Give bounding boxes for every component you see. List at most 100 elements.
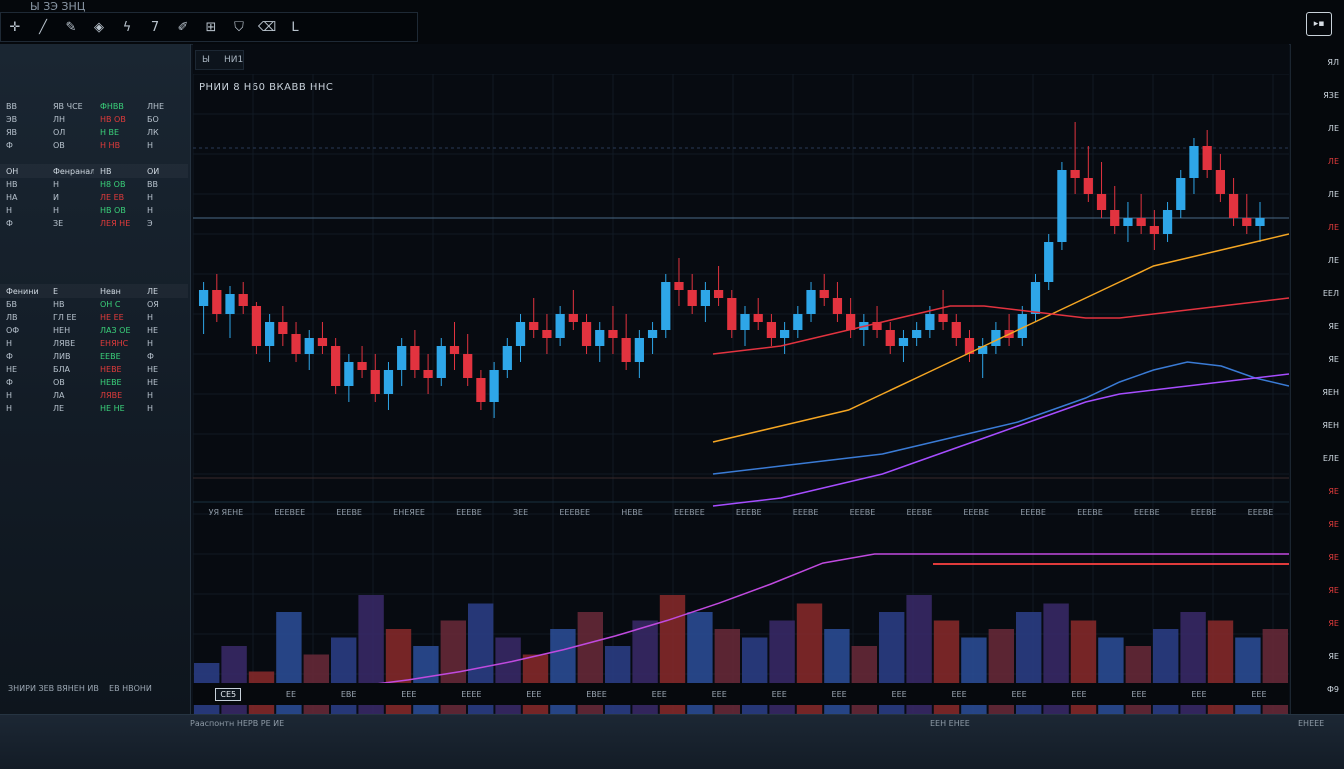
price-axis-label: ЯЕН [1322, 388, 1339, 397]
watchlist-row[interactable]: ЯВ ОЛ Н ВЕ ЛК [0, 126, 188, 139]
candle-body [317, 338, 328, 346]
status-mid: ЕЕН ЕНЕЕ [930, 719, 970, 728]
watchlist-row[interactable]: Н Н НВ ОВ Н [0, 204, 188, 217]
brush-icon[interactable]: ✐ [175, 19, 191, 35]
chart-area[interactable]: Ы НИ1 РНИИ 8 Н60 ВКАВВ ННС [193, 44, 1289, 714]
watchlist-cell: Н [53, 206, 60, 215]
chart-tab-2[interactable]: НИ1 [224, 55, 243, 65]
candle-body [238, 294, 248, 306]
text-icon[interactable]: 7 [147, 19, 163, 35]
candle-body [476, 378, 486, 402]
watchlist-cell: ОВ [53, 141, 65, 150]
candle-body [529, 322, 539, 330]
fib-icon[interactable]: ϟ [119, 19, 135, 35]
watchlist-row[interactable]: Ф ОВ Н НВ Н [0, 139, 188, 152]
watchlist-cell: ЛК [147, 128, 159, 137]
watchlist-cell: ОЛ [53, 128, 66, 137]
time-tick: ЕЕЕЕ [461, 689, 482, 699]
watchlist-row[interactable]: ОФ НЕН ЛАЗ ОЕ НЕ [0, 324, 188, 337]
candle-body [925, 314, 935, 330]
candle-body [1176, 178, 1186, 210]
time-tick: ЕЕЕВЕЕ [559, 507, 591, 517]
layout-icon[interactable]: ᒪ [287, 19, 303, 35]
shape-icon[interactable]: ◈ [91, 19, 107, 35]
watchlist-row[interactable]: Н ЛА ЛЯВЕ Н [0, 389, 188, 402]
watchlist-cell: Н [147, 141, 154, 150]
watchlist-cell: ОН С [100, 300, 121, 309]
price-axis-label: ЛЕ [1327, 124, 1339, 133]
watchlist-row[interactable]: ВВ ЯВ ЧСЕ ФНВВ ЛНЕ [0, 100, 188, 113]
watchlist-cell: БЛА [53, 365, 70, 374]
watchlist-cell: Н [6, 206, 13, 215]
window-button[interactable]: ▸▪ [1306, 12, 1332, 36]
time-tick: ЕЕЕ [831, 689, 847, 699]
watchlist-cell: ЛЯВЕ [53, 339, 76, 348]
time-axis[interactable]: СЕ5 ЕЕ ЕВЕ ЕЕЕ ЕЕЕЕ ЕЕЕ ЕВЕЕ ЕЕЕ ЕЕЕ ЕЕЕ ЕЕЕ ЕЕЕ ЕЕЕ… [193, 683, 1289, 705]
watchlist-row[interactable]: НЕ БЛА НЕВЕ НЕ [0, 363, 188, 376]
watchlist-cell: ЕЕВЕ [100, 352, 121, 361]
watchlist-cell: ЯВ [6, 128, 18, 137]
watchlist-header-cell: Е [53, 286, 59, 296]
eraser-icon[interactable]: ⌫ [258, 19, 276, 35]
watchlist-cell: Н [6, 391, 13, 400]
watchlist-row[interactable]: БВ НВ ОН С ОЯ [0, 298, 188, 311]
watchlist-cell: Ф [6, 219, 13, 228]
time-tick[interactable]: СЕ5 [215, 687, 242, 701]
watchlist-cell: ЛИВ [53, 352, 71, 361]
chart-tab-1[interactable]: Ы [202, 55, 210, 65]
watchlist-cell: ЯВ ЧСЕ [53, 102, 83, 111]
watchlist-cell: ЗЕ [53, 219, 64, 228]
footer-left: ЗНИРИ ЗЕВ ВЯНЕН ИВ [8, 684, 99, 693]
candle-body [212, 290, 222, 314]
candle-body [753, 314, 763, 322]
line-icon[interactable]: ╱ [35, 19, 51, 35]
watchlist-row[interactable]: Ф ОВ НЕВЕ НЕ [0, 376, 188, 389]
watchlist-row[interactable]: Н ЛЕ НЕ НЕ Н [0, 402, 188, 415]
pen-icon[interactable]: ✎ [63, 19, 79, 35]
price-chart[interactable] [193, 74, 1289, 714]
candle-body [198, 290, 209, 306]
top-bar: Ы ЗЭ ЗНЦ ✛ ╱ ✎ ◈ ϟ 7 ✐ ⊞ ⛉ ⌫ ᒪ ▸▪ [0, 0, 1344, 45]
ruler-icon[interactable]: ⊞ [203, 19, 219, 35]
price-axis-label: ЯЗЕ [1323, 91, 1339, 100]
candle-body [898, 338, 909, 346]
time-tick: ЕНЕЯЕЕ [393, 507, 425, 517]
candle-body [1149, 226, 1159, 234]
time-tick: ЕЕЕВЕ [1133, 507, 1160, 517]
price-axis[interactable]: ЯЛ ЯЗЕ ЛЕ ЛЕ ЛЕ ЛЕ ЛЕ ЕЕЛ ЯЕ ЯЕ ЯЕН ЯЕН ЕЛЕ ЯЕ ЯЕ ЯЕ ЯЕ Я… [1290, 44, 1344, 714]
candle-body [225, 294, 235, 314]
watchlist-cell: ЛЕ [53, 404, 65, 413]
time-tick: УЯ ЯЕНЕ [208, 507, 244, 517]
time-tick: ЕЕЕВЕЕ [674, 507, 705, 517]
watchlist-row[interactable]: Ф ЗЕ ЛЕЯ НЕ Э [0, 217, 188, 230]
candle-body [713, 290, 724, 298]
candle-body [634, 338, 644, 362]
candle-body [555, 314, 565, 338]
candle-body [265, 322, 275, 346]
candle-body [344, 362, 354, 386]
watchlist-row[interactable]: Ф ЛИВ ЕЕВЕ Ф [0, 350, 188, 363]
watchlist-row[interactable]: НВ Н Н8 ОВ ВВ [0, 178, 188, 191]
time-tick: ЕВЕЕ [586, 689, 607, 699]
candle-body [1083, 178, 1093, 194]
crosshair-icon[interactable]: ✛ [7, 19, 23, 35]
time-tick: ЕЕЕВЕ [456, 507, 482, 517]
watchlist-row[interactable]: Н ЛЯВЕ ЕНЯНС Н [0, 337, 188, 350]
watchlist-cell: НЕВЕ [100, 378, 122, 387]
watchlist-row[interactable]: ЭВ ЛН НВ ОВ БО [0, 113, 188, 126]
watchlist-row[interactable]: НА И ЛЕ ЕВ Н [0, 191, 188, 204]
watchlist-cell: НЕ ЕЕ [100, 313, 124, 322]
watchlist-cell: НВ [6, 180, 18, 189]
watchlist-cell: НЕ НЕ [100, 404, 125, 413]
candle-body [938, 314, 948, 322]
candle-body [410, 346, 420, 370]
candle-body [568, 314, 578, 322]
shield-icon[interactable]: ⛉ [231, 19, 247, 35]
watchlist-header-cell: НВ [100, 166, 112, 176]
watchlist-cell: ЕНЯНС [100, 339, 129, 348]
candle-body [621, 338, 631, 362]
candle-body [1096, 194, 1107, 210]
watchlist-cell: Ф [6, 378, 13, 387]
watchlist-cell: НВ ОВ [100, 206, 126, 215]
watchlist-row[interactable]: ЛВ ГЛ ЕЕ НЕ ЕЕ Н [0, 311, 188, 324]
